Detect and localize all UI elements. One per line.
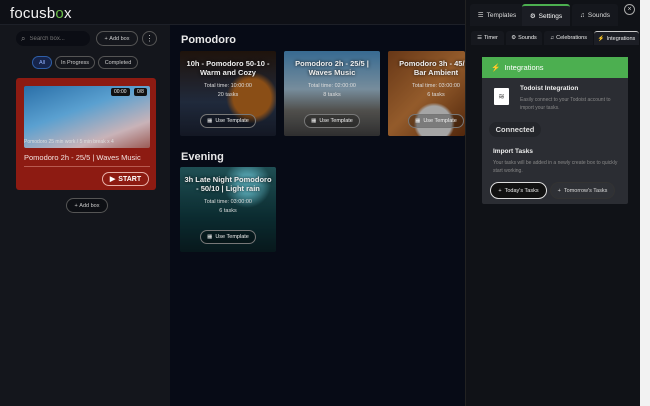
subtab-integrations[interactable]: ⚡ Integrations <box>594 31 639 45</box>
add-box-label: Add box <box>109 35 130 42</box>
section-title: Evening <box>181 151 224 163</box>
plus-icon: + <box>557 187 561 194</box>
tab-templates[interactable]: ☰ Templates <box>470 4 524 26</box>
subtab-label: Celebrations <box>556 35 587 41</box>
filter-in-progress[interactable]: In Progress <box>55 56 95 69</box>
section-title: Pomodoro <box>181 34 236 46</box>
box-title: Pomodoro 2h - 25/5 | Waves Music <box>24 153 141 162</box>
todoist-title: Todoist Integration <box>520 85 579 92</box>
template-total-time: Total time: 03:00:00 <box>203 199 252 205</box>
settings-icon: ⚙ <box>511 35 517 41</box>
filter-completed[interactable]: Completed <box>98 56 138 69</box>
todoist-description: Easily connect to your Todoist account t… <box>520 97 611 111</box>
box-task-count: 0/8 <box>134 88 147 96</box>
template-title: 10h - Pomodoro 50-10 - Warm and Cozy <box>186 59 270 77</box>
template-icon: ▦ <box>415 118 421 124</box>
template-task-count: 20 tasks <box>217 92 239 98</box>
tab-label: Settings <box>538 12 563 20</box>
subtab-timer[interactable]: ☰ Timer <box>471 31 504 45</box>
subtab-label: Sounds <box>518 35 537 41</box>
template-card[interactable]: Pomodoro 2h - 25/5 | Waves Music Total ti… <box>284 51 380 136</box>
template-icon: ▦ <box>207 234 213 240</box>
template-card[interactable]: Pomodoro 3h - 45/15 Bar Ambient Total tim… <box>388 51 465 136</box>
template-total-time: Total time: 10:00:00 <box>203 83 252 89</box>
tab-sounds[interactable]: ♫ Sounds <box>572 4 618 26</box>
todays-tasks-button[interactable]: + Today's Tasks <box>490 182 547 199</box>
template-title: 3h Late Night Pomodoro - 50/10 | Light r… <box>184 175 272 193</box>
music-icon: ♫ <box>549 35 555 41</box>
button-label: Use Template <box>319 118 353 124</box>
search-input[interactable] <box>29 35 85 42</box>
subtab-sounds[interactable]: ⚙ Sounds <box>506 31 542 45</box>
use-template-button[interactable]: ▦ Use Template <box>200 114 256 128</box>
subtab-label: Integrations <box>606 35 636 42</box>
more-options-button[interactable]: ⋮ <box>142 31 157 46</box>
start-label: START <box>118 175 142 183</box>
plus-icon: + <box>498 187 502 194</box>
template-total-time: Total time: 02:00:00 <box>307 83 356 89</box>
play-icon: ▶ <box>109 176 116 183</box>
import-tasks-description: Your tasks will be added in a newly crea… <box>493 160 618 174</box>
scrollbar[interactable] <box>640 0 650 406</box>
button-label: Use Template <box>423 118 457 124</box>
use-template-button[interactable]: ▦ Use Template <box>200 230 256 244</box>
tab-label: Sounds <box>587 11 610 19</box>
template-task-count: 8 tasks <box>323 92 341 98</box>
template-total-time: Total time: 03:00:00 <box>411 83 460 89</box>
button-label: Today's Tasks <box>504 187 539 194</box>
divider <box>24 166 150 167</box>
template-title: Pomodoro 2h - 25/5 | Waves Music <box>295 59 369 77</box>
template-icon: ▦ <box>207 118 213 124</box>
list-icon: ☰ <box>477 12 484 19</box>
close-icon[interactable]: × <box>624 4 635 15</box>
tab-label: Templates <box>486 11 517 19</box>
box-subtitle: Pomodoro 25 min work / 5 min break x 4 <box>24 139 114 145</box>
template-title: Pomodoro 3h - 45/15 Bar Ambient <box>399 59 465 77</box>
logo[interactable]: focusbox <box>10 5 72 22</box>
add-box-button[interactable]: + Add box <box>96 31 138 46</box>
box-timer: 00:00 <box>111 88 130 96</box>
tomorrows-tasks-button[interactable]: + Tomorrow's Tasks <box>550 182 615 199</box>
template-task-count: 6 tasks <box>219 208 237 214</box>
search-icon: ⌕ <box>21 33 26 43</box>
filter-all[interactable]: All <box>32 56 52 69</box>
plug-icon: ⚡ <box>597 35 605 42</box>
template-icon: ▦ <box>311 118 317 124</box>
connected-button[interactable]: Connected <box>489 122 541 137</box>
music-icon: ♫ <box>580 11 585 19</box>
template-card[interactable]: 10h - Pomodoro 50-10 - Warm and Cozy Tota… <box>180 51 276 136</box>
settings-icon: ⚙ <box>529 13 536 20</box>
search-box[interactable]: ⌕ <box>16 31 90 46</box>
use-template-button[interactable]: ▦ Use Template <box>304 114 360 128</box>
button-label: Tomorrow's Tasks <box>563 187 608 194</box>
button-label: Use Template <box>215 118 249 124</box>
list-icon: ☰ <box>477 35 483 41</box>
add-box-bottom-button[interactable]: + Add box <box>66 198 108 213</box>
import-tasks-title: Import Tasks <box>493 148 533 155</box>
plug-icon: ⚡ <box>491 63 501 72</box>
template-card[interactable]: 3h Late Night Pomodoro - 50/10 | Light r… <box>180 167 276 252</box>
add-box-label: Add box <box>79 202 100 209</box>
use-template-button[interactable]: ▦ Use Template <box>408 114 464 128</box>
subtab-label: Timer <box>484 35 498 41</box>
integrations-header: ⚡ Integrations <box>482 57 628 78</box>
tab-settings[interactable]: ⚙ Settings <box>522 4 570 26</box>
template-task-count: 6 tasks <box>427 92 445 98</box>
todoist-logo-icon: ≋ <box>494 88 509 105</box>
subtab-celebrations[interactable]: ♫ Celebrations <box>544 31 593 45</box>
button-label: Use Template <box>215 234 249 240</box>
integrations-title: Integrations <box>504 63 544 72</box>
start-button[interactable]: ▶ START <box>102 172 149 186</box>
